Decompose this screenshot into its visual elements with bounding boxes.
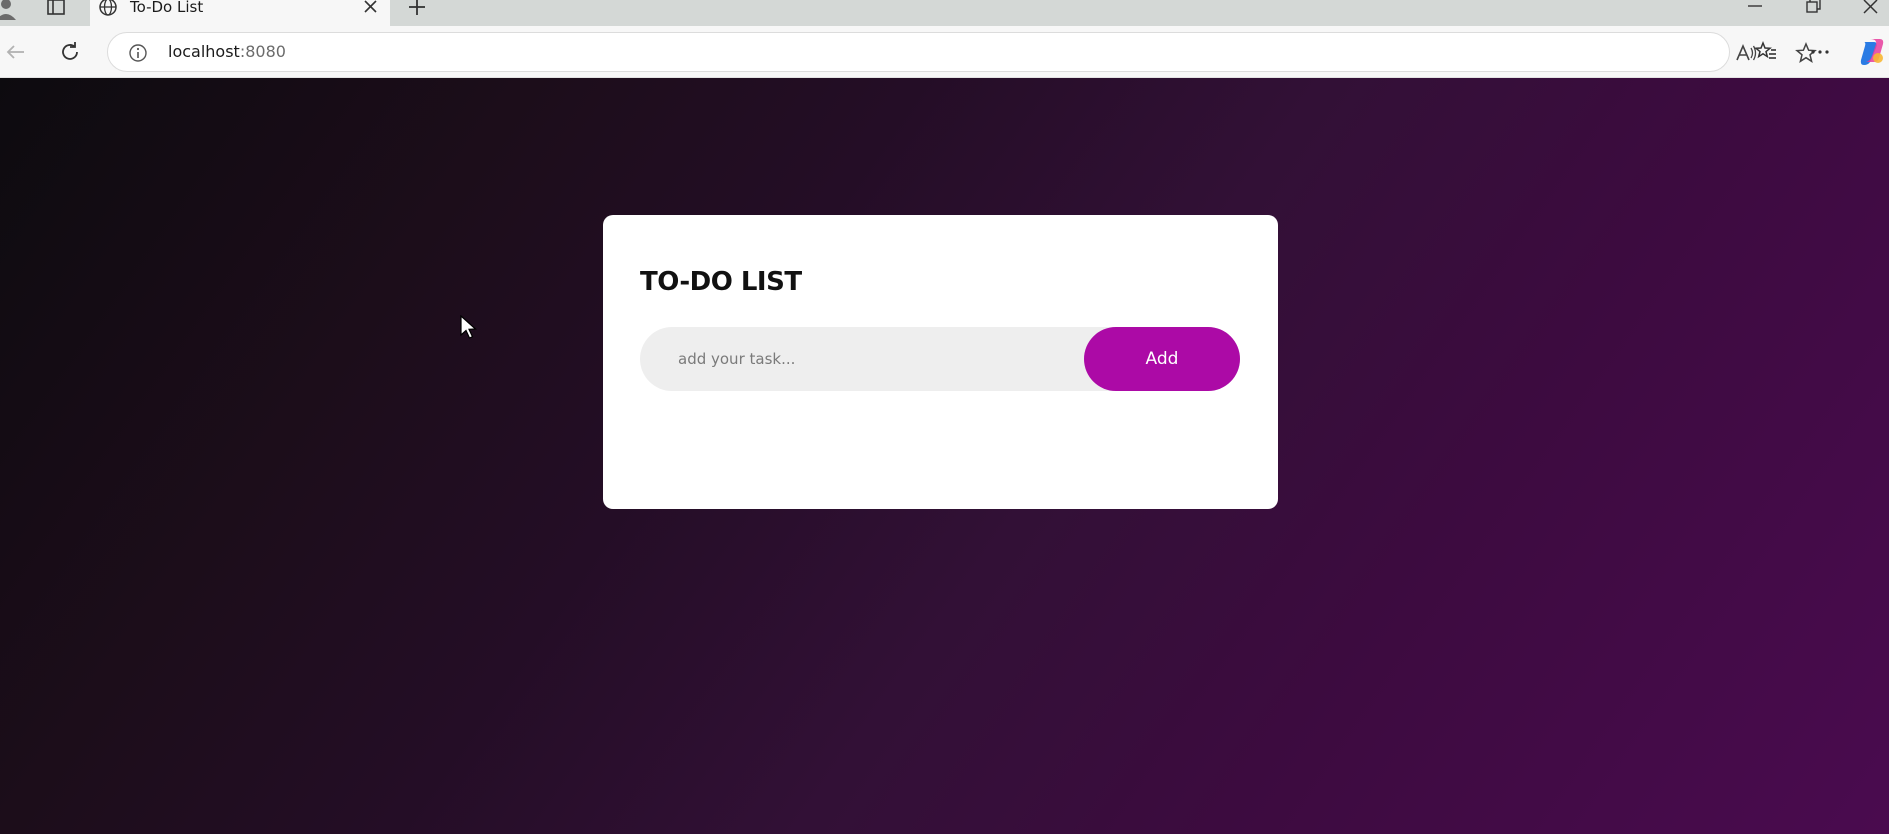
tab-actions-icon[interactable] [44,0,68,18]
add-button[interactable]: Add [1084,327,1240,391]
task-input-row: Add [640,327,1240,391]
plus-icon[interactable] [404,0,430,17]
reload-icon[interactable] [58,40,82,64]
globe-icon [98,0,118,17]
close-icon[interactable] [362,0,380,16]
page-viewport: TO-DO LIST Add [0,78,1889,834]
profile-icon[interactable] [0,0,20,20]
tab-strip: To-Do List [0,0,1889,26]
favorites-icon[interactable] [1754,40,1778,64]
page-title: TO-DO LIST [640,267,802,297]
more-icon[interactable] [1808,40,1832,64]
window-close-icon[interactable] [1860,0,1882,16]
todo-card: TO-DO LIST Add [603,215,1278,509]
tab-todo-list[interactable]: To-Do List [90,0,390,26]
browser-toolbar: localhost:8080 [0,26,1889,78]
copilot-icon[interactable] [1858,38,1886,66]
url-port: :8080 [239,42,286,61]
url-text: localhost:8080 [168,42,286,61]
back-arrow-icon[interactable] [4,40,28,64]
url-host: localhost [168,42,240,61]
info-icon[interactable] [128,43,148,63]
mouse-cursor-icon [460,314,478,341]
address-bar[interactable]: localhost:8080 [107,32,1817,72]
task-input[interactable] [640,327,1080,391]
tab-title: To-Do List [130,0,204,16]
restore-icon[interactable] [1802,0,1824,16]
minimize-icon[interactable] [1744,0,1766,16]
